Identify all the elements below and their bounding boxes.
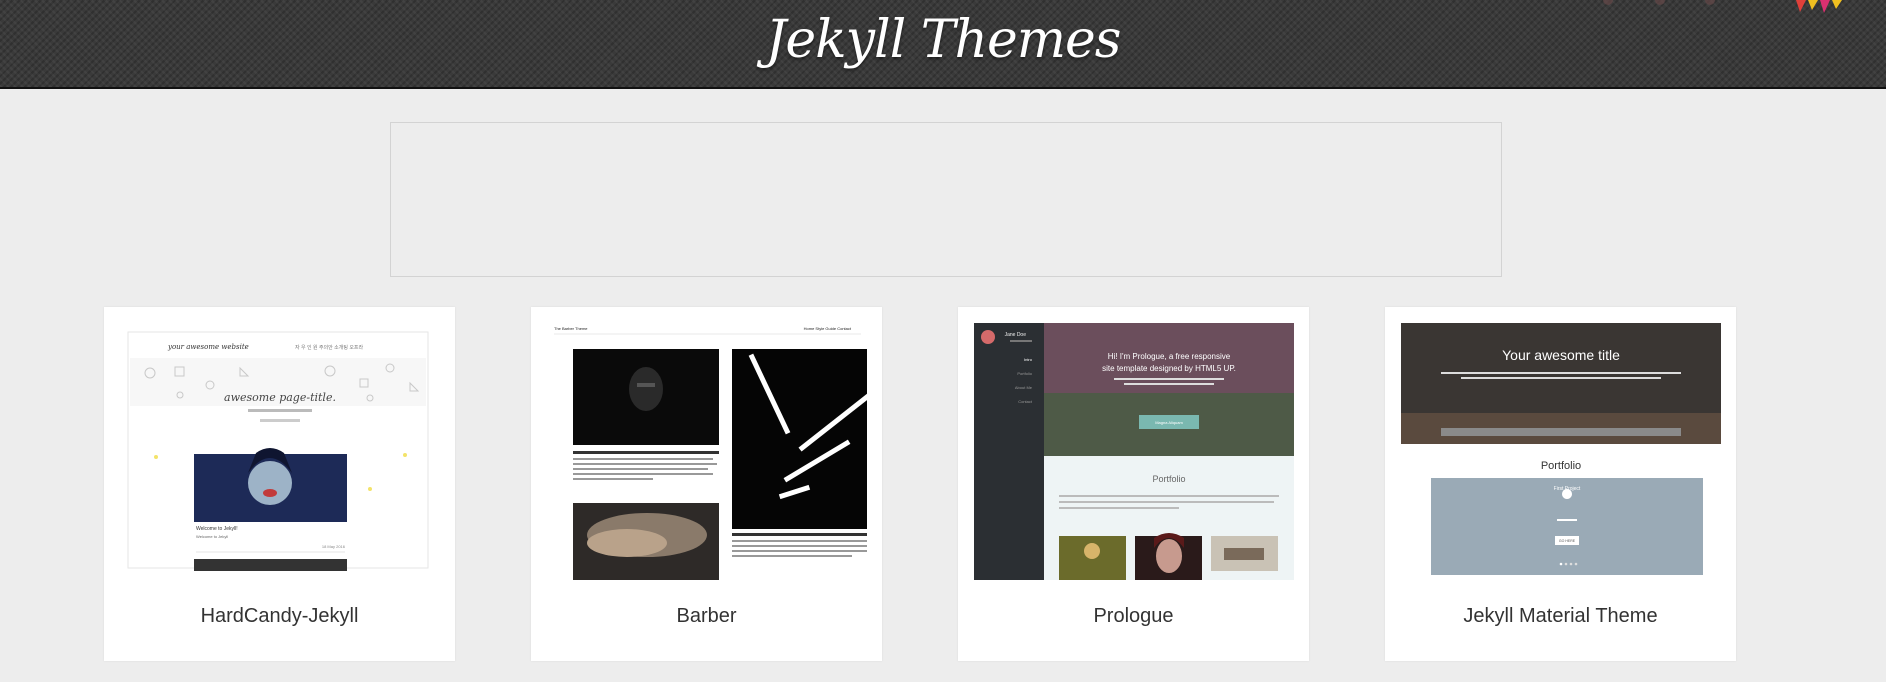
theme-card-prologue[interactable]: Jane Doe Intro Portfolio About Me Contac… <box>958 307 1309 661</box>
theme-card-jekyll-material[interactable]: Your awesome title Portfolio First Proje… <box>1385 307 1736 661</box>
svg-text:GO HERE: GO HERE <box>1559 539 1576 543</box>
svg-text:Your awesome title: Your awesome title <box>1502 347 1620 363</box>
svg-text:Portfolio: Portfolio <box>1541 460 1581 472</box>
svg-text:Home Style Guide Contact: Home Style Guide Contact <box>804 326 852 331</box>
svg-text:Portfolio: Portfolio <box>1017 371 1032 376</box>
theme-name: Barber <box>676 605 737 627</box>
svg-text:Contact: Contact <box>1018 399 1033 404</box>
ad-placeholder <box>390 122 1502 277</box>
svg-text:site template designed by HTML: site template designed by HTML5 UP. <box>1102 364 1236 373</box>
theme-name: Prologue <box>1093 605 1174 627</box>
svg-text:Welcome to Jekyll: Welcome to Jekyll <box>196 534 228 539</box>
svg-text:Magna Aliquam: Magna Aliquam <box>1155 420 1183 425</box>
theme-card-hardcandy[interactable]: your awesome website 자 우 인 원 주의안 소개팅 오프라… <box>104 307 455 661</box>
theme-thumbnail: The Barber Theme Home Style Guide Contac… <box>547 323 867 580</box>
svg-text:About Me: About Me <box>1015 385 1033 390</box>
svg-text:The Barber Theme: The Barber Theme <box>554 326 588 331</box>
theme-name: HardCandy-Jekyll <box>200 605 359 627</box>
svg-text:18 May 2016: 18 May 2016 <box>322 544 346 549</box>
site-header: Jekyll Themes <box>0 0 1886 89</box>
preview-site-name: your awesome website <box>167 343 249 351</box>
theme-thumbnail: your awesome website 자 우 인 원 주의안 소개팅 오프라… <box>120 323 440 580</box>
svg-text:Portfolio: Portfolio <box>1152 474 1185 484</box>
svg-text:Jane Doe: Jane Doe <box>1005 332 1027 338</box>
theme-name: Jekyll Material Theme <box>1463 605 1658 627</box>
svg-text:Hi! I'm Prologue, a free respo: Hi! I'm Prologue, a free responsive <box>1108 352 1231 361</box>
svg-text:자 우 인 원 주의안 소개팅 오프: 자 우 인 원 주의안 소개팅 오프라 <box>295 344 364 351</box>
site-title-link[interactable]: Jekyll Themes <box>0 10 1886 70</box>
theme-card-barber[interactable]: The Barber Theme Home Style Guide Contac… <box>531 307 882 661</box>
theme-thumbnail: Jane Doe Intro Portfolio About Me Contac… <box>974 323 1294 580</box>
svg-text:Intro: Intro <box>1024 357 1033 362</box>
bunting-decoration <box>1603 0 1842 13</box>
preview-page-title: awesome page-title. <box>224 391 336 404</box>
svg-text:Welcome to Jekyll!: Welcome to Jekyll! <box>196 526 238 532</box>
theme-thumbnail: Your awesome title Portfolio First Proje… <box>1401 323 1721 580</box>
